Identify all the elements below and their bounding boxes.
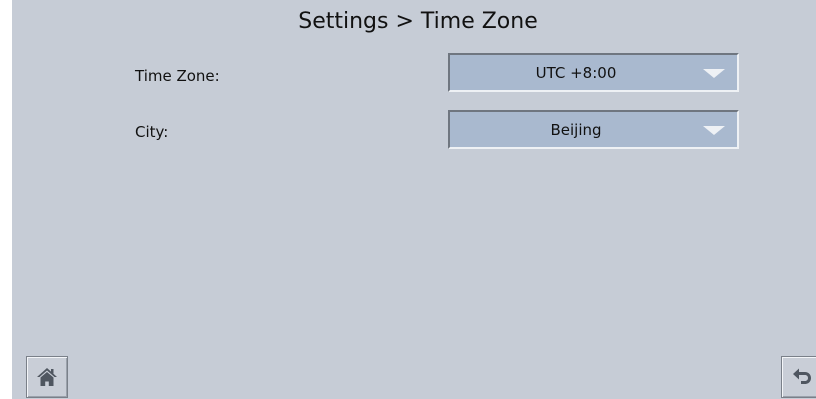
time-zone-settings-screen: Settings > Time Zone Time Zone: UTC +8:0… [0, 0, 816, 399]
back-arrow-icon [793, 368, 811, 384]
time-zone-label: Time Zone: [135, 67, 220, 85]
page-title: Settings > Time Zone [298, 9, 538, 34]
chevron-down-icon [703, 126, 725, 135]
city-dropdown[interactable]: Beijing [448, 110, 739, 149]
back-button[interactable] [781, 356, 816, 398]
chevron-down-icon [703, 69, 725, 78]
home-icon [37, 368, 57, 386]
home-button[interactable] [26, 356, 68, 398]
time-zone-dropdown[interactable]: UTC +8:00 [448, 53, 739, 92]
left-edge-strip [0, 0, 12, 399]
time-zone-selected-value: UTC +8:00 [535, 64, 617, 82]
city-label: City: [135, 123, 169, 141]
city-selected-value: Beijing [550, 121, 602, 139]
